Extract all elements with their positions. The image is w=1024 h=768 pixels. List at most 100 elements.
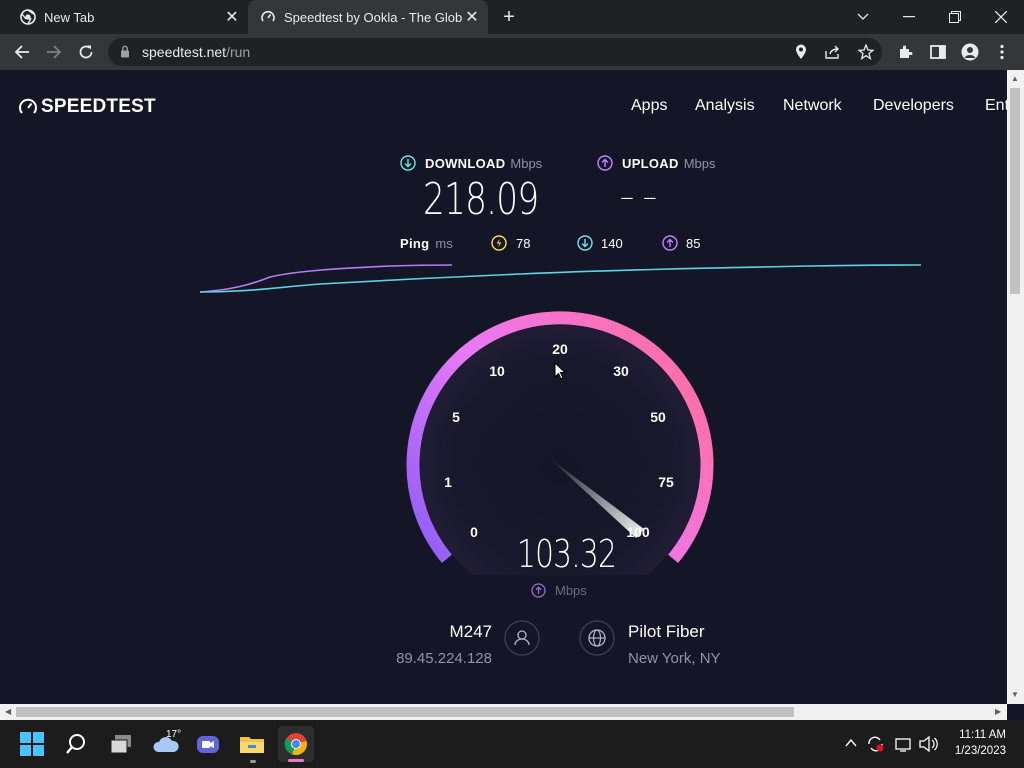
- nav-analysis[interactable]: Analysis: [695, 97, 755, 115]
- nav-apps[interactable]: Apps: [631, 97, 667, 115]
- speedtest-logo[interactable]: SPEEDTEST: [18, 96, 156, 118]
- back-button[interactable]: [8, 38, 36, 66]
- ping-idle: 78: [491, 235, 530, 251]
- upload-label: UPLOAD: [622, 155, 679, 171]
- gauge-tick: 30: [613, 363, 629, 379]
- ping-upload: 85: [662, 235, 700, 251]
- ping-upload-value: 85: [686, 235, 701, 251]
- gauge-tick: 100: [626, 524, 650, 540]
- ping-label-group: Ping ms: [400, 236, 453, 251]
- running-indicator: [250, 760, 256, 763]
- search-button[interactable]: [58, 726, 94, 762]
- ping-bolt-icon: [491, 235, 507, 251]
- server-location: New York, NY: [628, 650, 721, 667]
- clock-date[interactable]: 1/23/2023: [940, 745, 1006, 757]
- profile-icon[interactable]: [961, 43, 979, 61]
- ping-unit: ms: [435, 236, 453, 251]
- chrome-icon: [20, 9, 36, 25]
- minimize-icon: [903, 16, 915, 18]
- upload-value: – –: [620, 180, 657, 213]
- close-tab-icon[interactable]: ✕: [222, 7, 242, 27]
- sync-icon[interactable]: [866, 735, 886, 753]
- gauge-tick: 75: [658, 474, 674, 490]
- upload-header: UPLOAD Mbps: [597, 155, 716, 171]
- upload-arrow-icon: [531, 583, 546, 598]
- star-icon[interactable]: [858, 44, 874, 60]
- ping-idle-value: 78: [516, 235, 531, 251]
- task-view-button[interactable]: [103, 726, 139, 762]
- chrome-taskbar-button[interactable]: [278, 726, 314, 762]
- network-icon[interactable]: [895, 737, 913, 753]
- download-unit: Mbps: [510, 155, 543, 171]
- close-tab-icon[interactable]: ✕: [462, 7, 482, 27]
- arrow-right-icon: [47, 45, 62, 59]
- gauge-tick: 5: [452, 409, 460, 425]
- reload-icon: [79, 45, 93, 59]
- upload-arrow-icon: [662, 235, 678, 251]
- lock-icon[interactable]: [120, 45, 130, 58]
- file-explorer-button[interactable]: [234, 726, 270, 762]
- speedtest-icon: [261, 10, 275, 22]
- server-name[interactable]: Pilot Fiber: [628, 622, 705, 642]
- clock-time[interactable]: 11:11 AM: [946, 729, 1006, 741]
- weather-temp: 17°: [166, 729, 182, 740]
- horizontal-scroll-thumb[interactable]: [16, 707, 794, 717]
- speed-history-graph: [199, 264, 922, 293]
- restore-icon: [949, 11, 961, 23]
- kebab-menu-icon[interactable]: [999, 44, 1005, 60]
- video-chat-icon: [197, 736, 219, 753]
- user-icon[interactable]: [504, 620, 540, 656]
- nav-developers[interactable]: Developers: [873, 97, 954, 115]
- gauge-unit-group: Mbps: [531, 583, 587, 598]
- download-header: DOWNLOAD Mbps: [400, 155, 542, 171]
- scroll-right-arrow[interactable]: ▶: [995, 707, 1001, 716]
- scroll-left-arrow[interactable]: ◀: [5, 707, 11, 716]
- gauge-tick: 0: [470, 524, 478, 540]
- search-icon: [66, 734, 85, 754]
- gauge-tick: 50: [650, 409, 666, 425]
- tab-speedtest[interactable]: Speedtest by Ookla - The Global ✕: [248, 0, 488, 34]
- share-icon[interactable]: [825, 45, 841, 59]
- minimize-button[interactable]: [886, 0, 932, 34]
- tab-title: New Tab: [44, 9, 95, 25]
- volume-icon[interactable]: [919, 736, 939, 752]
- globe-icon[interactable]: [579, 620, 615, 656]
- isp-name: M247: [449, 622, 492, 641]
- mouse-cursor-icon: [554, 362, 566, 380]
- gauge-tick: 1: [444, 474, 452, 490]
- ping-label: Ping: [400, 236, 430, 251]
- download-arrow-icon: [577, 235, 593, 251]
- gauge-unit: Mbps: [555, 583, 587, 598]
- scroll-up-arrow[interactable]: ▲: [1011, 74, 1019, 83]
- nav-network[interactable]: Network: [783, 97, 842, 115]
- folder-icon: [240, 737, 264, 753]
- tab-search-button[interactable]: [840, 0, 886, 34]
- ip-address: 89.45.224.128: [396, 650, 492, 667]
- location-pin-icon[interactable]: [795, 44, 807, 60]
- gauge-tick: 20: [552, 341, 568, 357]
- download-label: DOWNLOAD: [425, 155, 506, 171]
- teams-chat-button[interactable]: [190, 726, 226, 762]
- restore-button[interactable]: [932, 0, 978, 34]
- download-speed-line: [199, 264, 922, 293]
- upload-unit: Mbps: [683, 155, 716, 171]
- chevron-up-icon[interactable]: [845, 738, 857, 748]
- start-button[interactable]: [14, 726, 50, 762]
- tab-new-tab[interactable]: New Tab ✕: [0, 0, 248, 34]
- reload-button[interactable]: [72, 38, 100, 66]
- chevron-down-icon: [857, 13, 869, 20]
- windows-logo-icon: [20, 732, 44, 756]
- extensions-icon[interactable]: [898, 44, 914, 60]
- forward-button[interactable]: [40, 38, 68, 66]
- side-panel-icon[interactable]: [930, 44, 946, 60]
- active-app-indicator: [288, 759, 304, 762]
- ping-download: 140: [577, 235, 623, 251]
- scroll-down-arrow[interactable]: ▼: [1011, 690, 1019, 699]
- url-text[interactable]: speedtest.net/run: [142, 44, 250, 60]
- close-window-button[interactable]: [978, 0, 1024, 34]
- download-arrow-icon: [400, 155, 416, 171]
- ping-download-value: 140: [601, 235, 623, 251]
- vertical-scroll-thumb[interactable]: [1010, 88, 1020, 294]
- nav-enterprise[interactable]: Ent: [985, 97, 1009, 115]
- new-tab-button[interactable]: +: [498, 6, 520, 28]
